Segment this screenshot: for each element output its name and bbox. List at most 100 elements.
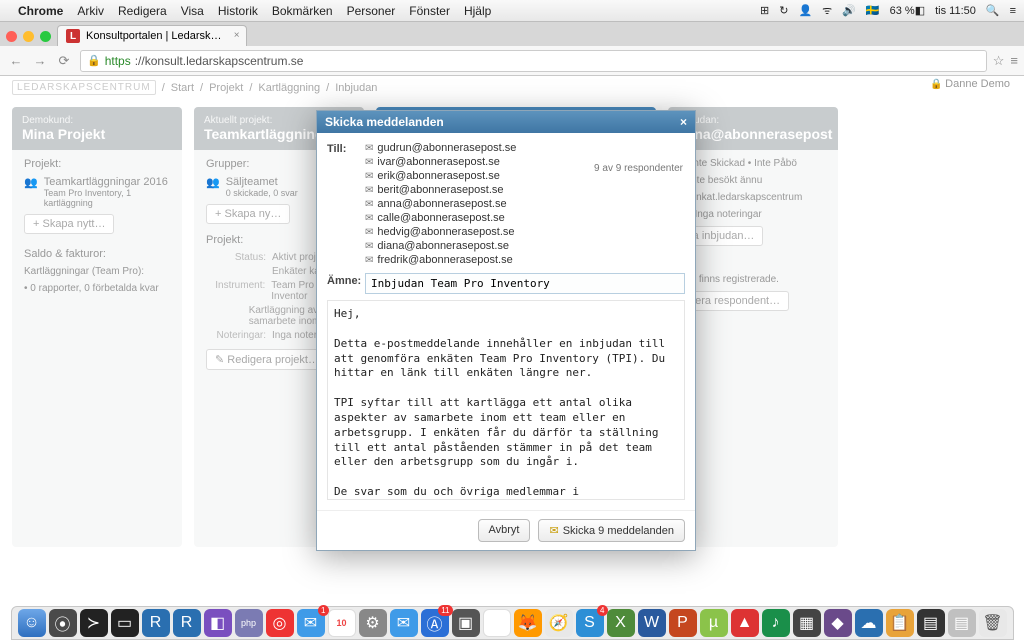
- create-group-button[interactable]: + Skapa ny…: [206, 204, 290, 224]
- group-icon: 👥: [24, 176, 38, 208]
- recipient-item[interactable]: ✉fredrik@abonnerasepost.se: [365, 253, 685, 267]
- edit-respondent-button[interactable]: gera respondent…: [680, 291, 789, 311]
- dock-app-icon[interactable]: ✉: [390, 609, 418, 637]
- omnibox[interactable]: 🔒 https://konsult.ledarskapscentrum.se: [80, 50, 987, 72]
- subject-input[interactable]: [365, 273, 685, 294]
- star-icon[interactable]: ☆: [993, 53, 1005, 69]
- dock-app-icon[interactable]: ▤: [948, 609, 976, 637]
- crumb-start[interactable]: Start: [171, 82, 194, 94]
- send-messages-modal: Skicka meddelanden × 9 av 9 respondenter…: [316, 110, 696, 551]
- dock-app-icon[interactable]: ▤: [917, 609, 945, 637]
- envelope-icon: ✉: [365, 171, 373, 182]
- dock-appstore-icon[interactable]: Ⓐ: [421, 609, 449, 637]
- dock-chrome-icon[interactable]: ◉: [483, 609, 511, 637]
- menu-redigera[interactable]: Redigera: [118, 4, 167, 18]
- group-icon: 👥: [206, 176, 220, 198]
- recipient-item[interactable]: ✉diana@abonnerasepost.se: [365, 239, 685, 253]
- dock-terminal-icon[interactable]: ≻: [80, 609, 108, 637]
- message-body[interactable]: Hej, Detta e-postmeddelande innehåller e…: [327, 300, 685, 500]
- dock-r-icon[interactable]: R: [173, 609, 201, 637]
- tab-close-icon[interactable]: ×: [234, 30, 240, 41]
- dock-app-icon[interactable]: 📋: [886, 609, 914, 637]
- create-project-button[interactable]: + Skapa nytt…: [24, 214, 114, 234]
- volume-icon[interactable]: 🔊: [842, 4, 856, 17]
- dock-app-icon[interactable]: ◎: [266, 609, 294, 637]
- cancel-button[interactable]: Avbryt: [478, 519, 531, 542]
- dock-safari-icon[interactable]: 🧭: [545, 609, 573, 637]
- sync-icon[interactable]: ↻: [779, 4, 788, 17]
- send-button[interactable]: ✉ Skicka 9 meddelanden: [538, 519, 685, 542]
- recipient-item[interactable]: ✉gudrun@abonnerasepost.se: [365, 141, 685, 155]
- menu-historik[interactable]: Historik: [218, 4, 258, 18]
- envelope-icon: ✉: [365, 199, 373, 210]
- dock-mail-icon[interactable]: ✉: [297, 609, 325, 637]
- browser-tab[interactable]: L Konsultportalen | Ledarsk… ×: [57, 25, 247, 46]
- flag-icon[interactable]: 🇸🇪: [866, 4, 880, 17]
- dropbox-icon[interactable]: ⊞: [760, 4, 769, 17]
- project-name[interactable]: Teamkartläggningar 2016: [44, 176, 170, 188]
- dock-word-icon[interactable]: W: [638, 609, 666, 637]
- recipient-item[interactable]: ✉calle@abonnerasepost.se: [365, 211, 685, 225]
- url-rest: ://konsult.ledarskapscentrum.se: [135, 54, 304, 68]
- forward-button[interactable]: →: [30, 53, 50, 69]
- menu-hjalp[interactable]: Hjälp: [464, 4, 491, 18]
- notifications-icon[interactable]: ≡: [1010, 5, 1016, 17]
- crumb-projekt[interactable]: Projekt: [209, 82, 243, 94]
- dock-settings-icon[interactable]: ⚙: [359, 609, 387, 637]
- group-name[interactable]: Säljteamet: [226, 176, 298, 188]
- menubar-app[interactable]: Chrome: [18, 4, 63, 18]
- dock-powerpoint-icon[interactable]: P: [669, 609, 697, 637]
- dock-calendar-icon[interactable]: 10: [328, 609, 356, 637]
- spotlight-icon[interactable]: 🔍: [986, 4, 1000, 17]
- mac-dock: ☺ ⦿ ≻ ▭ R R ◧ php ◎ ✉ 10 ⚙ ✉ Ⓐ ▣ ◉ 🦊 🧭 S…: [0, 602, 1024, 640]
- dock-app-icon[interactable]: ▦: [793, 609, 821, 637]
- envelope-icon: ✉: [365, 227, 373, 238]
- panel-title: anna@abonnerasepost: [678, 126, 832, 142]
- dock-finder-icon[interactable]: ☺: [18, 609, 46, 637]
- recipient-item[interactable]: ✉hedvig@abonnerasepost.se: [365, 225, 685, 239]
- user-label[interactable]: Danne Demo: [930, 78, 1010, 90]
- menu-arkiv[interactable]: Arkiv: [77, 4, 104, 18]
- crumb-inbjudan: Inbjudan: [335, 82, 377, 94]
- dock-app-icon[interactable]: ☁: [855, 609, 883, 637]
- recipient-item[interactable]: ✉anna@abonnerasepost.se: [365, 197, 685, 211]
- site-logo[interactable]: LEDARSKAPSCENTRUM: [12, 80, 156, 95]
- dock-trash-icon[interactable]: 🗑: [979, 609, 1007, 637]
- dock-app-icon[interactable]: ◧: [204, 609, 232, 637]
- window-close-icon[interactable]: [6, 31, 17, 42]
- recipient-item[interactable]: ✉berit@abonnerasepost.se: [365, 183, 685, 197]
- crumb-kartlaggning[interactable]: Kartläggning: [258, 82, 320, 94]
- modal-close-icon[interactable]: ×: [680, 115, 687, 129]
- reload-button[interactable]: ⟳: [54, 53, 74, 69]
- dock-utorrent-icon[interactable]: µ: [700, 609, 728, 637]
- window-minimize-icon[interactable]: [23, 31, 34, 42]
- dock-excel-icon[interactable]: X: [607, 609, 635, 637]
- window-zoom-icon[interactable]: [40, 31, 51, 42]
- dock-app-icon[interactable]: ▣: [452, 609, 480, 637]
- wifi-icon[interactable]: ᯤ: [822, 3, 832, 18]
- dock-app-icon[interactable]: ▭: [111, 609, 139, 637]
- user-icon[interactable]: 👤: [798, 4, 812, 17]
- envelope-icon: ✉: [365, 157, 373, 168]
- dock-app-icon[interactable]: ◆: [824, 609, 852, 637]
- clock[interactable]: tis 11:50: [935, 5, 976, 17]
- dock-skype-icon[interactable]: S: [576, 609, 604, 637]
- dock-firefox-icon[interactable]: 🦊: [514, 609, 542, 637]
- back-button[interactable]: ←: [6, 53, 26, 69]
- menu-fonster[interactable]: Fönster: [409, 4, 450, 18]
- envelope-icon: ✉: [365, 185, 373, 196]
- dock-php-icon[interactable]: php: [235, 609, 263, 637]
- dock-spotify-icon[interactable]: ♪: [762, 609, 790, 637]
- dock-app-icon[interactable]: ⦿: [49, 609, 77, 637]
- chrome-menu-icon[interactable]: ≡: [1010, 53, 1018, 69]
- dock-vlc-icon[interactable]: ▲: [731, 609, 759, 637]
- edit-project-button[interactable]: ✎ Redigera projekt…: [206, 349, 328, 370]
- envelope-icon: ✉: [365, 255, 373, 266]
- menu-personer[interactable]: Personer: [347, 4, 396, 18]
- dock-rstudio-icon[interactable]: R: [142, 609, 170, 637]
- menu-bokmarken[interactable]: Bokmärken: [272, 4, 333, 18]
- chrome-toolbar: ← → ⟳ 🔒 https://konsult.ledarskapscentru…: [0, 46, 1024, 76]
- battery-status[interactable]: 63 % ◧: [890, 4, 925, 17]
- modal-title: Skicka meddelanden: [325, 115, 444, 129]
- menu-visa[interactable]: Visa: [181, 4, 204, 18]
